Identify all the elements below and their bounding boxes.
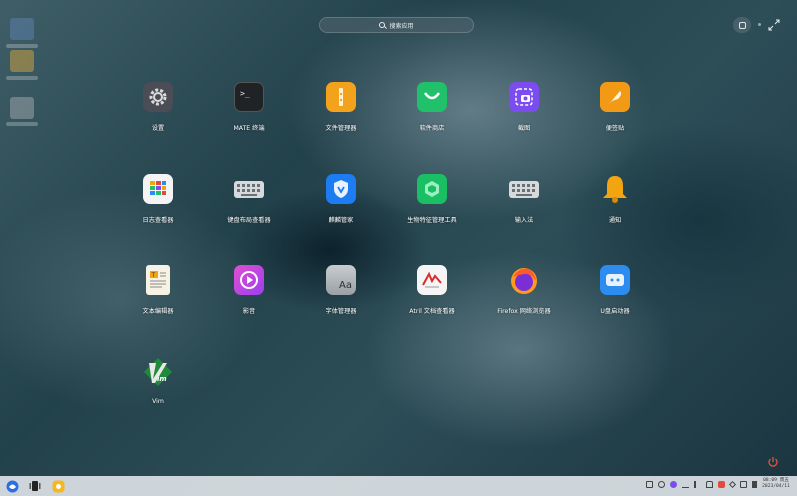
app-label: Atril 文档查看器 bbox=[409, 308, 455, 315]
app-label: 日志查看器 bbox=[142, 217, 174, 224]
kylin-tray-icon[interactable] bbox=[670, 481, 677, 488]
svg-text:im: im bbox=[157, 375, 167, 383]
app-label: 截图 bbox=[517, 125, 531, 132]
network-icon[interactable] bbox=[706, 481, 713, 488]
desktop-folder-label bbox=[6, 76, 38, 80]
svg-text:T: T bbox=[151, 272, 156, 279]
square-icon bbox=[738, 21, 746, 29]
app-keyboard-layout-viewer[interactable]: 键盘布局查看器 bbox=[204, 174, 294, 224]
notification-center-icon[interactable] bbox=[740, 481, 747, 488]
folder-zip-icon bbox=[326, 82, 356, 112]
pinned-app-button[interactable] bbox=[51, 479, 65, 493]
app-mate-terminal[interactable]: >_ MATE 终端 bbox=[204, 82, 294, 132]
app-label: 麒麟管家 bbox=[328, 217, 354, 224]
multitask-view-button[interactable] bbox=[28, 479, 42, 493]
start-logo-icon bbox=[6, 480, 18, 492]
system-tray bbox=[646, 480, 757, 489]
app-label: 软件商店 bbox=[419, 125, 445, 132]
app-security-center[interactable]: 麒麟管家 bbox=[296, 174, 386, 224]
grid-log-icon bbox=[143, 174, 173, 204]
font-aa-icon: Aa bbox=[326, 265, 356, 295]
app-label: 输入法 bbox=[514, 217, 534, 224]
app-label: MATE 终端 bbox=[233, 125, 265, 132]
show-desktop-icon[interactable] bbox=[752, 481, 757, 488]
app-video-player[interactable]: 影音 bbox=[204, 265, 294, 315]
app-input-method[interactable]: 输入法 bbox=[479, 174, 569, 224]
fullscreen-toggle-button[interactable] bbox=[768, 19, 780, 31]
shield-icon bbox=[326, 174, 356, 204]
multitask-icon bbox=[29, 481, 41, 491]
desktop-computer-label bbox=[6, 44, 38, 48]
app-vim[interactable]: im Vim bbox=[113, 357, 203, 405]
app-notes[interactable]: 便签贴 bbox=[570, 82, 660, 132]
feather-icon bbox=[600, 82, 630, 112]
app-label: 设置 bbox=[151, 125, 165, 132]
app-file-manager[interactable]: 文件管理器 bbox=[296, 82, 386, 132]
app-label: 生物特征管理工具 bbox=[407, 217, 457, 224]
app-label: Vim bbox=[152, 398, 164, 405]
power-icon bbox=[768, 457, 778, 467]
app-text-editor[interactable]: T 文本编辑器 bbox=[113, 265, 203, 315]
play-icon bbox=[234, 265, 264, 295]
clock-date: 2023/04/11 bbox=[762, 484, 790, 489]
search-icon bbox=[379, 22, 386, 28]
app-label: 便签贴 bbox=[605, 125, 625, 132]
camera-icon bbox=[509, 82, 539, 112]
app-screenshot[interactable]: 截图 bbox=[479, 82, 569, 132]
cube-icon bbox=[417, 174, 447, 204]
yellow-app-icon bbox=[52, 480, 64, 492]
app-label: 键盘布局查看器 bbox=[227, 217, 271, 224]
keyboard-icon bbox=[234, 174, 264, 204]
document-icon bbox=[417, 265, 447, 295]
clipboard-icon[interactable] bbox=[646, 481, 653, 488]
app-label: U盘启动器 bbox=[600, 308, 630, 315]
vim-icon: im bbox=[143, 357, 173, 387]
desktop-trash-icon[interactable] bbox=[10, 97, 34, 119]
security-tray-icon[interactable] bbox=[718, 481, 725, 488]
app-label: 字体管理器 bbox=[325, 308, 357, 315]
app-settings[interactable]: 设置 bbox=[113, 82, 203, 132]
keyboard-icon bbox=[509, 174, 539, 204]
search-placeholder: 搜索应用 bbox=[389, 22, 414, 30]
search-tray-icon[interactable] bbox=[658, 481, 665, 488]
search-box[interactable]: 搜索应用 bbox=[319, 17, 474, 33]
gear-icon bbox=[143, 82, 173, 112]
app-software-store[interactable]: 软件商店 bbox=[387, 82, 477, 132]
app-label: 影音 bbox=[242, 308, 256, 315]
clock[interactable]: 08:09 周五 2023/04/11 bbox=[758, 478, 794, 490]
desktop-folder-icon[interactable] bbox=[10, 50, 34, 72]
app-firefox[interactable]: Firefox 网络浏览器 bbox=[479, 265, 569, 315]
desktop-computer-icon[interactable] bbox=[10, 18, 34, 40]
app-font-manager[interactable]: Aa 字体管理器 bbox=[296, 265, 386, 315]
shopping-bag-icon bbox=[417, 82, 447, 112]
input-method-icon[interactable] bbox=[682, 481, 689, 488]
bell-icon bbox=[600, 174, 630, 204]
app-label: 通知 bbox=[608, 217, 622, 224]
firefox-icon bbox=[509, 265, 539, 295]
start-menu-button[interactable] bbox=[5, 479, 19, 493]
view-mode-button[interactable] bbox=[733, 17, 751, 33]
text-editor-icon: T bbox=[146, 265, 170, 295]
power-button[interactable] bbox=[767, 453, 779, 467]
app-notifications[interactable]: 通知 bbox=[570, 174, 660, 224]
app-biometric-manager[interactable]: 生物特征管理工具 bbox=[387, 174, 477, 224]
terminal-icon: >_ bbox=[234, 82, 264, 112]
app-label: 文本编辑器 bbox=[142, 308, 174, 315]
expand-arrows-icon bbox=[768, 19, 780, 31]
app-label: Firefox 网络浏览器 bbox=[497, 308, 551, 315]
volume-icon[interactable] bbox=[694, 481, 701, 488]
usb-icon bbox=[600, 265, 630, 295]
app-usb-boot-creator[interactable]: U盘启动器 bbox=[570, 265, 660, 315]
app-label: 文件管理器 bbox=[325, 125, 357, 132]
app-log-viewer[interactable]: 日志查看器 bbox=[113, 174, 203, 224]
app-atril-viewer[interactable]: Atril 文档查看器 bbox=[387, 265, 477, 315]
bluetooth-icon[interactable] bbox=[728, 480, 737, 489]
separator-dot bbox=[758, 23, 761, 26]
desktop-trash-label bbox=[6, 122, 38, 126]
taskbar: 08:09 周五 2023/04/11 bbox=[0, 476, 797, 496]
